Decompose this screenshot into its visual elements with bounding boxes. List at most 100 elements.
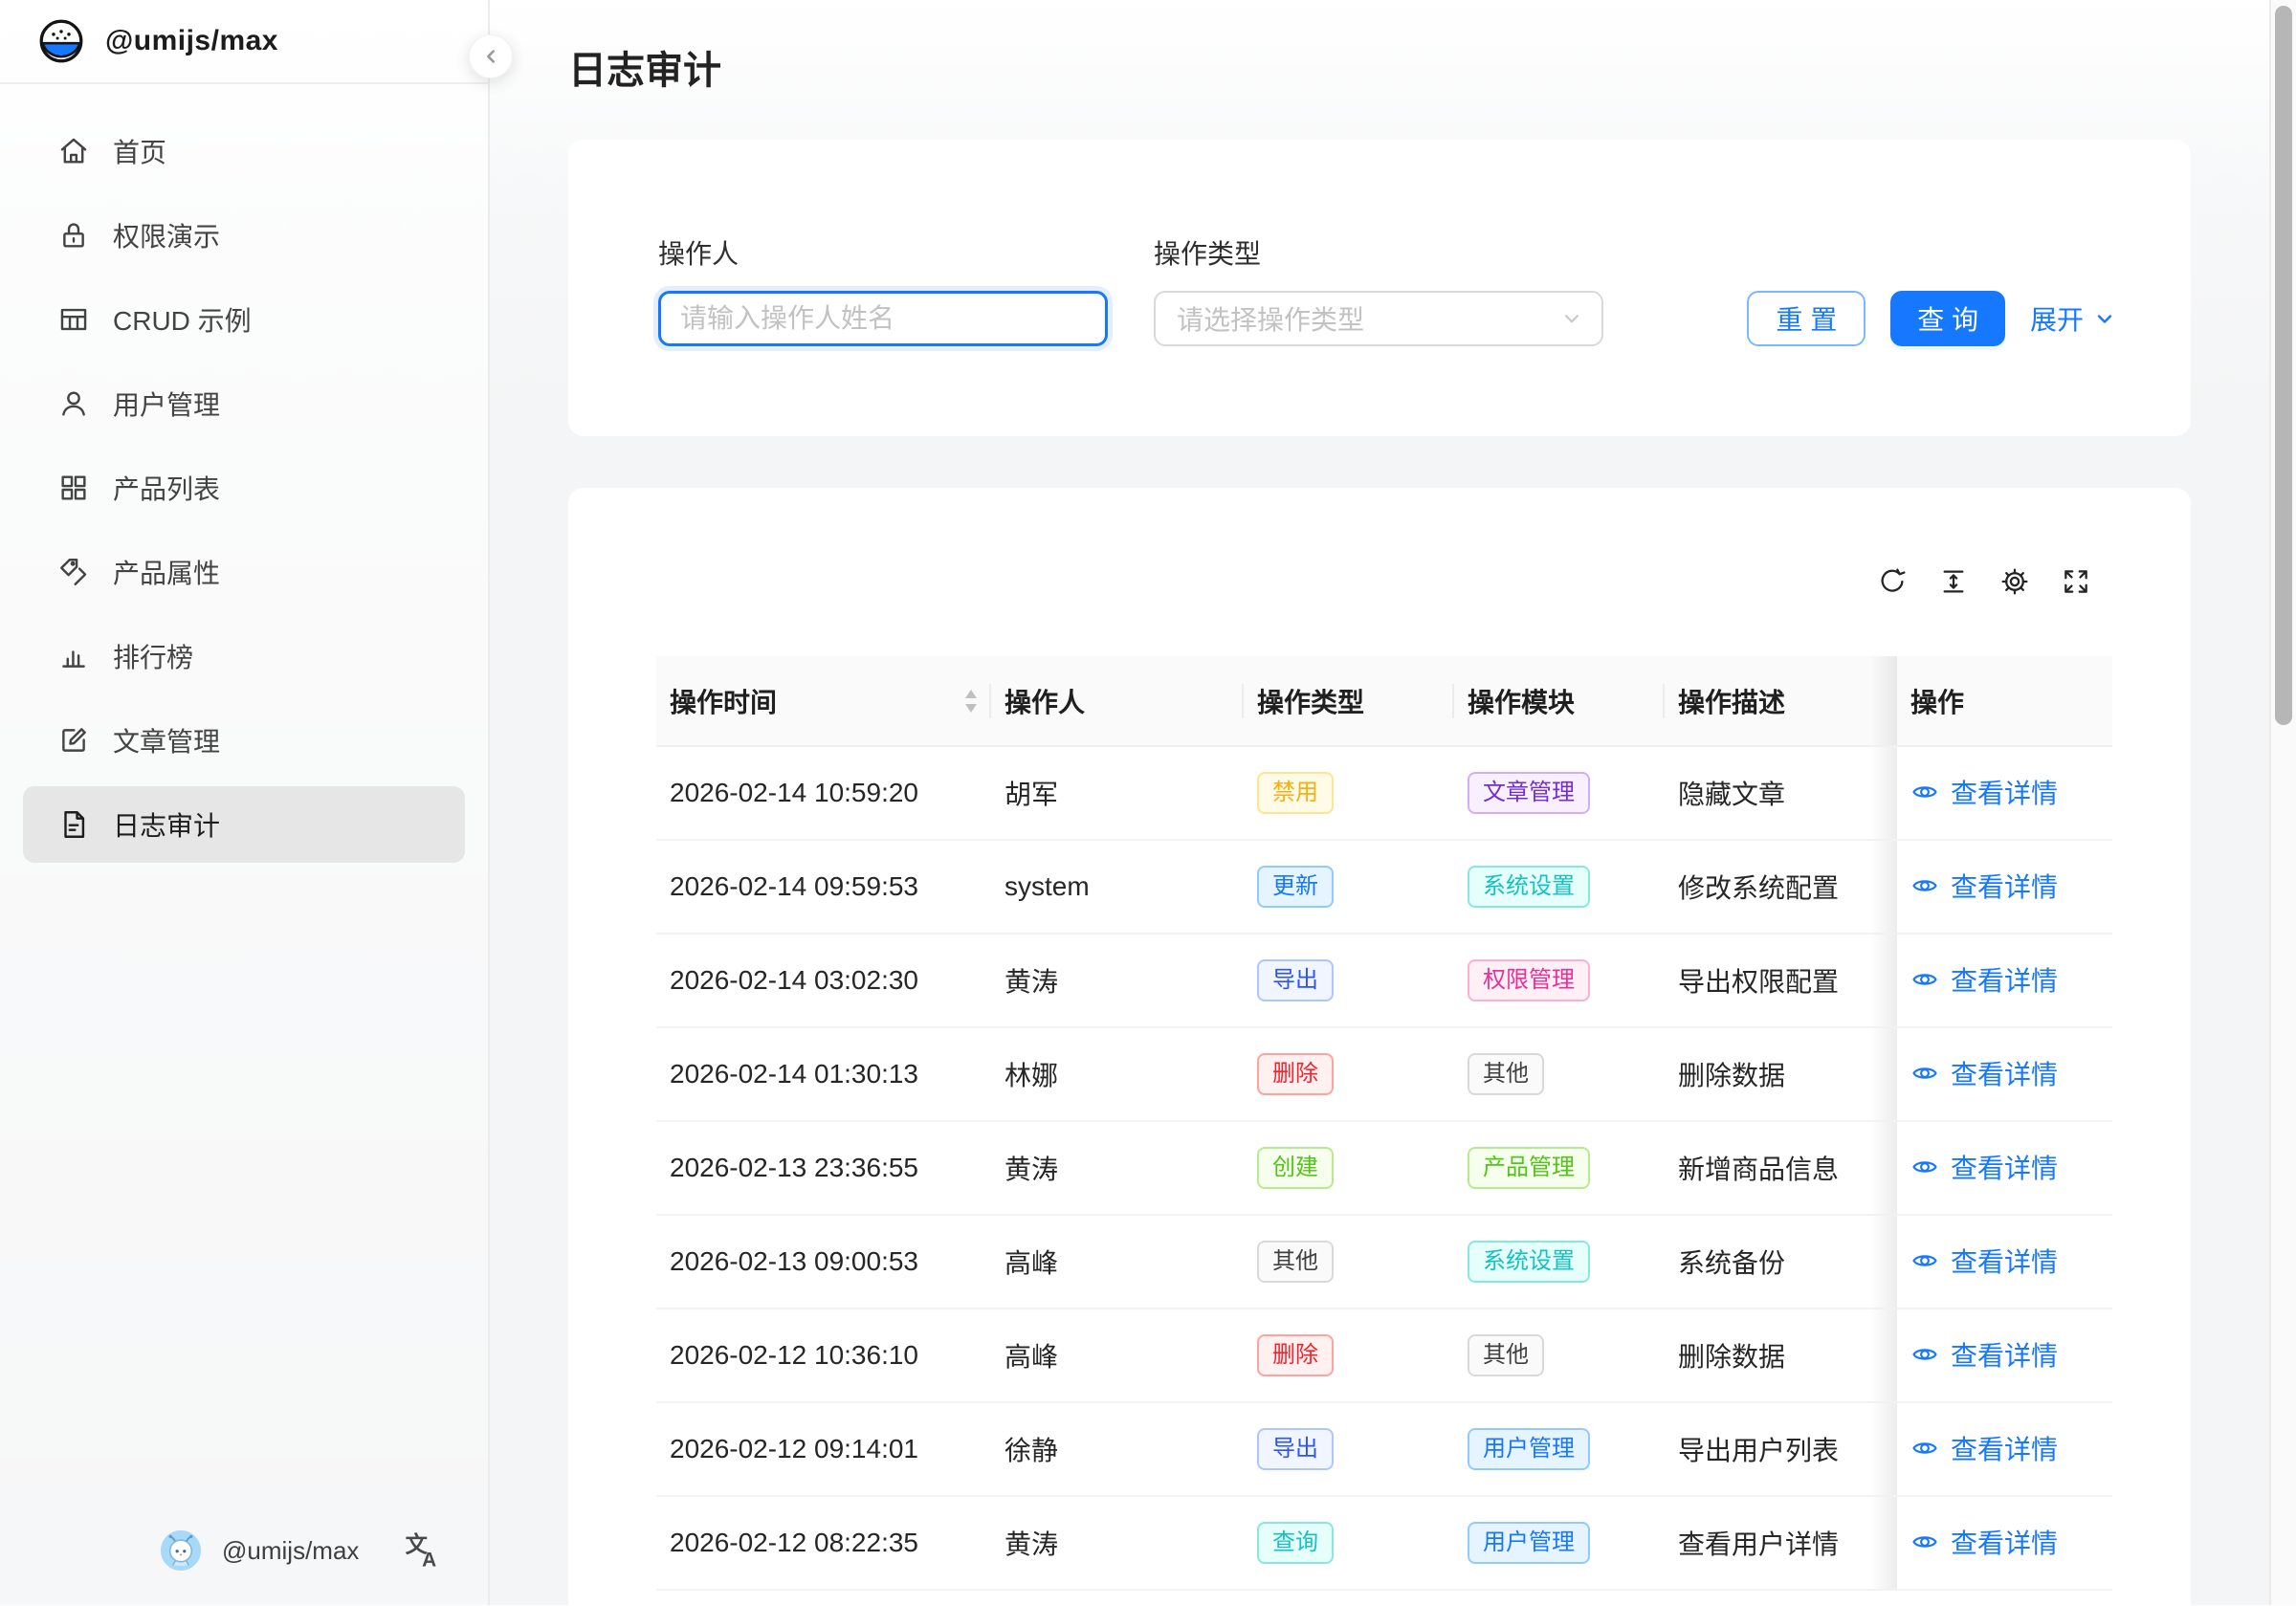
table-row: 2026-02-13 09:00:53高峰其他系统设置系统备份查看详情 (656, 1215, 2112, 1309)
type-select[interactable]: 请选择操作类型 (1154, 291, 1603, 346)
cell-module: 产品管理 (1454, 1121, 1665, 1215)
expand-toggle[interactable]: 展开 (2030, 299, 2116, 338)
eye-icon (1910, 1434, 1939, 1463)
table-row: 2026-02-12 10:36:10高峰删除其他删除数据查看详情 (656, 1309, 2112, 1402)
eye-icon (1910, 871, 1939, 900)
fullscreen-icon[interactable] (2061, 566, 2091, 597)
cell-action: 查看详情 (1897, 1121, 2112, 1215)
expand-label: 展开 (2030, 299, 2084, 338)
sidebar-item-8[interactable]: 日志审计 (23, 786, 465, 863)
translation-icon[interactable]: 文 A (404, 1531, 442, 1570)
eye-icon (1910, 965, 1939, 994)
cell-operator: system (991, 840, 1244, 934)
cell-operator: 黄涛 (991, 1496, 1244, 1590)
eye-icon (1910, 1059, 1939, 1088)
view-detail-link[interactable]: 查看详情 (1910, 867, 2058, 905)
sidebar-collapse-button[interactable] (469, 34, 513, 78)
sidebar-item-label: CRUD 示例 (113, 300, 252, 339)
reset-button[interactable]: 重 置 (1747, 291, 1866, 346)
cell-desc: 修改系统配置 (1665, 840, 1897, 934)
reload-icon[interactable] (1877, 566, 1908, 597)
sidebar-item-label: 首页 (113, 132, 166, 170)
cell-type: 删除 (1244, 1309, 1454, 1402)
view-detail-link[interactable]: 查看详情 (1910, 1242, 2058, 1280)
view-detail-link[interactable]: 查看详情 (1910, 773, 2058, 811)
table-row: 2026-02-14 09:59:53system更新系统设置修改系统配置查看详… (656, 840, 2112, 934)
tag-gold: 禁用 (1257, 772, 1334, 814)
brand[interactable]: @umijs/max (0, 0, 488, 84)
ant-avatar-icon[interactable] (159, 1529, 203, 1573)
sidebar-item-label: 文章管理 (113, 721, 220, 759)
cell-type: 创建 (1244, 1121, 1454, 1215)
cell-desc: 导出权限配置 (1665, 934, 1897, 1027)
sidebar-item-6[interactable]: 排行榜 (23, 618, 465, 694)
eye-icon (1910, 1528, 1939, 1556)
setting-icon[interactable] (1999, 566, 2030, 597)
column-header-time[interactable]: 操作时间 (656, 656, 991, 746)
sidebar-item-label: 产品属性 (113, 553, 220, 591)
tag-green: 创建 (1257, 1147, 1334, 1189)
sidebar-item-label: 产品列表 (113, 469, 220, 507)
svg-text:A: A (422, 1550, 436, 1570)
column-header-action: 操作 (1897, 656, 2112, 746)
cell-module: 用户管理 (1454, 1496, 1665, 1590)
tag-red: 删除 (1257, 1053, 1334, 1095)
table-row: 2026-02-14 03:02:30黄涛导出权限管理导出权限配置查看详情 (656, 934, 2112, 1027)
cell-action: 查看详情 (1897, 1309, 2112, 1402)
sidebar-item-5[interactable]: 产品属性 (23, 534, 465, 610)
view-detail-link[interactable]: 查看详情 (1910, 1335, 2058, 1374)
operator-input[interactable] (658, 291, 1108, 346)
view-detail-link[interactable]: 查看详情 (1910, 1148, 2058, 1186)
sidebar-item-2[interactable]: CRUD 示例 (23, 281, 465, 358)
tag-geekblue: 导出 (1257, 959, 1334, 1001)
cell-action: 查看详情 (1897, 1496, 2112, 1590)
cell-operator: 林娜 (991, 1027, 1244, 1121)
filter-actions: 重 置 查 询 展开 (1747, 291, 2116, 346)
sidebar-item-label: 用户管理 (113, 385, 220, 423)
cell-time: 2026-02-13 23:36:55 (656, 1121, 991, 1215)
tag-blue: 更新 (1257, 866, 1334, 908)
scrollbar-track[interactable] (2269, 0, 2296, 1605)
tag-cyan: 查询 (1257, 1522, 1334, 1564)
main-content: 日志审计 操作人 操作类型 请选择操作类型 重 置 查 询 展开 (492, 0, 2269, 1606)
form-icon (57, 724, 90, 757)
tag-green: 产品管理 (1468, 1147, 1590, 1189)
tags-icon (57, 556, 90, 588)
view-detail-link[interactable]: 查看详情 (1910, 1429, 2058, 1467)
cell-operator: 徐静 (991, 1402, 1244, 1496)
tag-blue: 用户管理 (1468, 1522, 1590, 1564)
view-detail-link[interactable]: 查看详情 (1910, 1523, 2058, 1561)
table-row: 2026-02-14 10:59:20胡军禁用文章管理隐藏文章查看详情 (656, 746, 2112, 840)
search-button[interactable]: 查 询 (1890, 291, 2005, 346)
cell-time: 2026-02-14 10:59:20 (656, 746, 991, 840)
cell-desc: 隐藏文章 (1665, 746, 1897, 840)
cell-module: 用户管理 (1454, 1402, 1665, 1496)
cell-type: 查询 (1244, 1496, 1454, 1590)
cell-action: 查看详情 (1897, 1215, 2112, 1309)
sidebar-item-label: 排行榜 (113, 637, 193, 675)
view-detail-link[interactable]: 查看详情 (1910, 960, 2058, 999)
tag-default: 其他 (1257, 1241, 1334, 1283)
cell-module: 其他 (1454, 1027, 1665, 1121)
view-detail-link[interactable]: 查看详情 (1910, 1054, 2058, 1092)
page-title: 日志审计 (568, 44, 2269, 98)
sidebar-item-3[interactable]: 用户管理 (23, 365, 465, 442)
sidebar-item-4[interactable]: 产品列表 (23, 450, 465, 526)
cell-action: 查看详情 (1897, 1027, 2112, 1121)
sidebar-item-0[interactable]: 首页 (23, 113, 465, 189)
tag-purple: 文章管理 (1468, 772, 1590, 814)
cell-operator: 黄涛 (991, 1121, 1244, 1215)
cell-type: 其他 (1244, 1215, 1454, 1309)
cell-action: 查看详情 (1897, 840, 2112, 934)
sidebar-item-1[interactable]: 权限演示 (23, 197, 465, 274)
eye-icon (1910, 778, 1939, 806)
column-header-desc: 操作描述 (1665, 656, 1897, 746)
scrollbar-thumb[interactable] (2275, 6, 2292, 725)
cell-action: 查看详情 (1897, 746, 2112, 840)
sidebar-item-7[interactable]: 文章管理 (23, 702, 465, 779)
lock-icon (57, 219, 90, 252)
column-height-icon[interactable] (1938, 566, 1969, 597)
tag-magenta: 权限管理 (1468, 959, 1590, 1001)
cell-desc: 删除数据 (1665, 1309, 1897, 1402)
table-row: 2026-02-13 23:36:55黄涛创建产品管理新增商品信息查看详情 (656, 1121, 2112, 1215)
